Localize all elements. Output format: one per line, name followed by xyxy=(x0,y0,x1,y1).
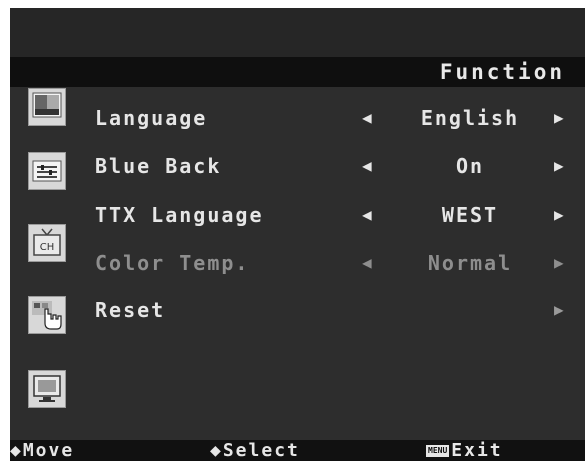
menu-row-value: On xyxy=(455,154,485,178)
menu-row-label: Color Temp. xyxy=(95,251,250,275)
menu-key-icon: MENU xyxy=(426,445,450,457)
exit-hint: MENU Exit xyxy=(426,440,503,461)
right-arrow-icon[interactable]: ▶ xyxy=(554,295,566,325)
menu-row-value: English xyxy=(420,106,520,130)
left-arrow-icon[interactable]: ◀ xyxy=(362,200,374,230)
right-arrow-icon[interactable]: ▶ xyxy=(554,151,566,181)
move-label: Move xyxy=(22,440,75,461)
category-sidebar: CH xyxy=(18,88,70,440)
menu-row-value: WEST xyxy=(441,203,499,227)
move-hint: ◆Move xyxy=(10,440,74,461)
menu-row-value: Normal xyxy=(427,251,513,275)
menu-row-ttx-language[interactable]: TTX Language ◀ WEST ▶ xyxy=(95,200,585,230)
menu-row-label: Language xyxy=(95,106,208,130)
menu-row-label: TTX Language xyxy=(95,203,264,227)
menu-row-label: Blue Back xyxy=(95,154,222,178)
right-arrow-icon: ▶ xyxy=(554,253,566,272)
menu-row-label: Reset xyxy=(95,298,166,322)
menu-row-color-temp: Color Temp. ◀ Normal ▶ xyxy=(95,248,585,278)
menu-row-language[interactable]: Language ◀ English ▶ xyxy=(95,103,585,133)
header-strip xyxy=(10,8,585,57)
menu-row-blue-back[interactable]: Blue Back ◀ On ▶ xyxy=(95,151,585,181)
exit-label: Exit xyxy=(451,440,503,461)
select-hint: ◆Select xyxy=(210,440,300,461)
function-hand-icon[interactable] xyxy=(28,296,66,334)
picture-icon[interactable] xyxy=(28,88,66,126)
svg-text:CH: CH xyxy=(40,242,55,253)
left-arrow-icon[interactable]: ◀ xyxy=(362,151,374,181)
select-icon: ◆ xyxy=(210,440,223,461)
screen-icon[interactable] xyxy=(28,370,66,408)
move-icon: ◆ xyxy=(10,440,23,461)
audio-settings-icon[interactable] xyxy=(28,152,66,190)
footer-hint-bar: ◆Move ◆Select MENU Exit xyxy=(10,440,585,461)
page-title: Function xyxy=(439,60,565,84)
left-arrow-icon[interactable]: ◀ xyxy=(362,103,374,133)
right-arrow-icon[interactable]: ▶ xyxy=(554,103,566,133)
left-arrow-icon: ◀ xyxy=(362,253,374,272)
select-label: Select xyxy=(222,440,300,461)
right-arrow-icon[interactable]: ▶ xyxy=(554,200,566,230)
tv-channel-icon[interactable]: CH xyxy=(28,224,66,262)
menu-row-reset[interactable]: Reset ▶ xyxy=(95,295,585,325)
